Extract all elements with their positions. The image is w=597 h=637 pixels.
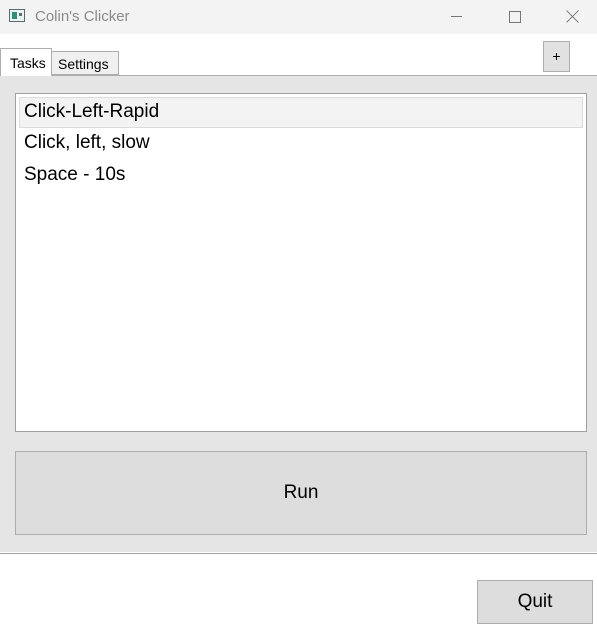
divider (0, 553, 597, 554)
close-icon (566, 9, 580, 23)
close-button[interactable] (544, 0, 597, 34)
add-task-button[interactable]: + (543, 41, 570, 72)
app-window-icon (9, 9, 25, 22)
minimize-button[interactable] (428, 0, 486, 34)
window-title: Colin's Clicker (35, 8, 130, 25)
tab-settings[interactable]: Settings (51, 51, 119, 75)
quit-button[interactable]: Quit (477, 580, 593, 624)
tab-tasks[interactable]: Tasks (0, 48, 52, 76)
minimize-icon (451, 16, 462, 17)
run-button[interactable]: Run (15, 451, 587, 535)
title-bar[interactable]: Colin's Clicker (0, 0, 597, 34)
list-item-click-left-rapid[interactable]: Click-Left-Rapid (19, 97, 583, 128)
tasks-tab-panel: Click-Left-Rapid Click, left, slow Space… (0, 75, 597, 552)
maximize-button[interactable] (486, 0, 544, 34)
maximize-icon (509, 11, 521, 23)
list-item-space-10s[interactable]: Space - 10s (19, 160, 583, 191)
task-list[interactable]: Click-Left-Rapid Click, left, slow Space… (15, 93, 587, 432)
list-item-click-left-slow[interactable]: Click, left, slow (19, 128, 583, 159)
